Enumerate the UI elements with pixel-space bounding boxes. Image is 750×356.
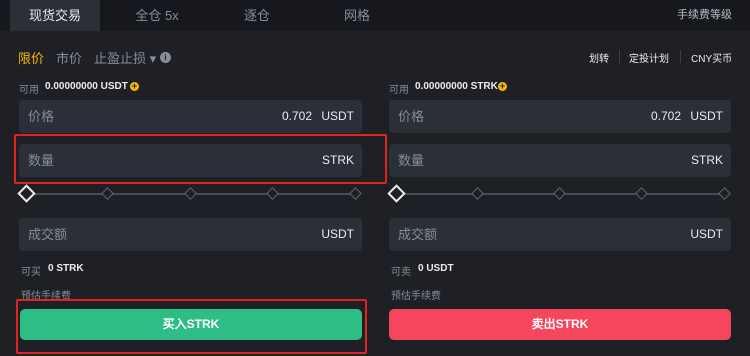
tab-grid[interactable]: 网格	[312, 0, 402, 31]
buy-total-input[interactable]: 成交额 USDT	[19, 218, 362, 251]
buy-available-label: 可用	[19, 85, 39, 96]
sell-max-label: 可卖	[391, 267, 411, 278]
sell-fee-label: 预估手续费	[391, 291, 441, 302]
highlight-box	[14, 134, 387, 184]
sell-total-label: 成交额	[398, 227, 438, 242]
sell-price-value: 0.702	[650, 109, 681, 123]
highlight-box	[16, 299, 367, 354]
buy-price-unit: USDT	[321, 109, 354, 123]
sell-slider-stop[interactable]	[553, 187, 566, 200]
sell-total-unit: USDT	[690, 227, 723, 241]
transfer-link[interactable]: 划转	[589, 50, 609, 65]
deposit-plus-icon[interactable]: +	[498, 82, 507, 91]
buy-slider-stop[interactable]	[349, 187, 362, 200]
buy-slider-stop[interactable]	[101, 187, 114, 200]
sell-quantity-unit: STRK	[690, 153, 723, 167]
sell-available-value: 0.00000000 STRK	[415, 81, 498, 92]
market-tab-bar: 现货交易 全仓 5x 逐仓 网格 手续费等级	[0, 0, 750, 31]
tab-spot[interactable]: 现货交易	[10, 0, 100, 31]
buy-crypto-link[interactable]: CNY买币	[691, 50, 732, 65]
tab-cross-margin[interactable]: 全仓 5x	[112, 0, 202, 31]
buy-slider-stop[interactable]	[184, 187, 197, 200]
buy-slider-stop[interactable]	[266, 187, 279, 200]
buy-price-input[interactable]: 价格 0.702 USDT	[19, 100, 362, 133]
order-type-stop-limit[interactable]: 止盈止损 ▾	[94, 48, 156, 67]
sell-slider-handle[interactable]	[387, 184, 406, 203]
tab-isolated-margin[interactable]: 逐仓	[212, 0, 302, 31]
divider	[619, 50, 620, 63]
sell-price-label: 价格	[398, 109, 425, 124]
sell-button[interactable]: 卖出STRK	[389, 309, 731, 340]
order-type-market[interactable]: 市价	[56, 48, 82, 67]
sell-slider-stop[interactable]	[635, 187, 648, 200]
buy-price-value: 0.702	[281, 109, 312, 123]
sell-available-label: 可用	[389, 85, 409, 96]
buy-max-value: 0 STRK	[48, 263, 84, 274]
sell-quantity-input[interactable]: 数量 STRK	[389, 144, 731, 177]
order-type-limit[interactable]: 限价	[18, 48, 44, 67]
buy-total-label: 成交额	[28, 227, 68, 242]
sell-price-input[interactable]: 价格 0.702 USDT	[389, 100, 731, 133]
fee-level-link[interactable]: 手续费等级	[677, 0, 732, 31]
buy-total-unit: USDT	[321, 227, 354, 241]
sell-total-input[interactable]: 成交额 USDT	[389, 218, 731, 251]
sell-quantity-label: 数量	[398, 153, 425, 168]
buy-max-label: 可买	[21, 267, 41, 278]
buy-slider-handle[interactable]	[17, 184, 36, 203]
sell-slider-stop[interactable]	[471, 187, 484, 200]
sell-slider-stop[interactable]	[718, 187, 731, 200]
info-icon[interactable]: i	[160, 52, 171, 63]
buy-price-label: 价格	[28, 109, 55, 124]
recurring-plan-link[interactable]: 定投计划	[629, 50, 669, 65]
buy-available-value: 0.00000000 USDT	[45, 81, 128, 92]
divider	[680, 50, 681, 63]
deposit-plus-icon[interactable]: +	[130, 82, 139, 91]
sell-max-value: 0 USDT	[418, 263, 454, 274]
sell-price-unit: USDT	[690, 109, 723, 123]
